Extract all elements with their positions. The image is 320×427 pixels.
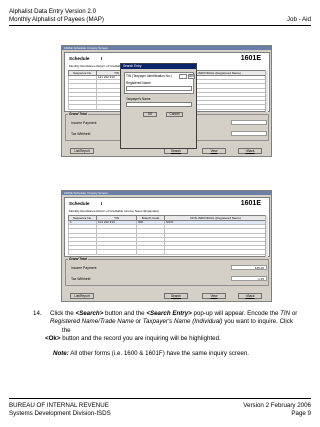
tax-withheld-field: 1.25 <box>231 276 267 281</box>
header-right-label: Job - Aid <box>286 16 311 23</box>
back-button[interactable]: <Back <box>238 148 262 154</box>
branch-code-input[interactable]: 000 <box>188 74 195 79</box>
list-report-button[interactable]: List/Report <box>70 293 94 299</box>
form-code: 1601E <box>240 200 261 207</box>
note: Note: All other forms (i.e. 1600 & 1601F… <box>53 350 250 357</box>
header-subtitle: Monthly Alphalist of Payees (MAP) <box>9 16 104 23</box>
schedule-label: Schedule <box>69 56 90 61</box>
table-row[interactable] <box>68 249 267 255</box>
grand-total-group: Grand Total Income Payment Tax Withheld … <box>65 257 269 286</box>
form-subtitle: Monthly Remittance Return of Creditable … <box>69 209 159 213</box>
tax-withheld-label: Tax Withheld <box>71 132 91 136</box>
search-button[interactable]: Search <box>164 293 188 299</box>
form-code: 1601E <box>240 55 261 62</box>
list-report-button[interactable]: List/Report <box>70 148 94 154</box>
vertical-scrollbar[interactable] <box>265 70 268 112</box>
income-payment-label: Income Payment <box>71 266 97 270</box>
header-title: Alphalist Data Entry Version 2.0 <box>9 8 97 15</box>
inquiry-window-2: 1601E Schedule I Inquiry Screen Schedule… <box>61 190 272 302</box>
header-rule <box>9 25 311 26</box>
dialog-title-bar: Search Entry <box>121 64 196 69</box>
footer-rule <box>9 398 311 399</box>
grand-total-label: Grand Total <box>68 257 88 261</box>
income-payment-label: Income Payment <box>71 121 97 125</box>
schedule-panel: Schedule I 1601E Monthly Remittance Retu… <box>64 197 270 257</box>
view-button[interactable]: View <box>202 293 226 299</box>
taxpayer-name-input[interactable] <box>126 102 192 107</box>
vertical-scrollbar[interactable] <box>265 215 268 257</box>
ok-button[interactable]: OK <box>143 112 157 117</box>
instruction-line-1: Click the <Search> button and the <Searc… <box>50 310 298 317</box>
window-title-bar: 1601E Schedule I Inquiry Screen <box>62 191 271 195</box>
payee-table: Sequence No. TIN Branch Code NON-INDIVID… <box>68 215 267 255</box>
cancel-button[interactable]: Cancel <box>166 112 183 117</box>
footer-page-number: Page 9 <box>291 410 311 417</box>
schedule-number: I <box>101 56 103 61</box>
income-payment-field <box>231 120 267 125</box>
tin-label: TIN (Taxpayer Identification No.) <box>126 74 172 78</box>
step-number: 14. <box>33 310 42 317</box>
instruction-line-4: <Ok> button and the record you are inqui… <box>45 335 221 342</box>
schedule-number: I <box>101 201 103 206</box>
schedule-label: Schedule <box>69 201 90 206</box>
instruction-paragraph: Click the <Search> button and the <Searc… <box>50 310 312 335</box>
grand-total-label: Grand Total <box>68 112 88 116</box>
instruction-line-2: Registered Name/Trade Name or Taxpayer's… <box>50 318 293 326</box>
tin-input[interactable] <box>179 74 187 79</box>
footer-version: Version 2 February 2006 <box>243 402 311 409</box>
window-title-bar: 1601E Schedule I Inquiry Screen <box>62 46 271 50</box>
registered-name-input[interactable] <box>126 86 192 91</box>
view-button[interactable]: View <box>202 148 226 154</box>
back-button[interactable]: <Back <box>238 293 262 299</box>
tax-withheld-field <box>231 131 267 136</box>
footer-right: Version 2 February 2006 Page 9 <box>243 402 311 418</box>
document-footer: BUREAU OF INTERNAL REVENUE Systems Devel… <box>9 402 311 418</box>
tax-withheld-label: Tax Withheld <box>71 277 91 281</box>
search-entry-dialog: Search Entry TIN (Taxpayer Identificatio… <box>120 63 197 149</box>
instruction-line-3: the <box>62 326 71 334</box>
income-payment-field: 125.00 <box>231 265 267 270</box>
taxpayer-name-label: Taxpayer's Name <box>126 97 151 101</box>
document-header: Alphalist Data Entry Version 2.0 Monthly… <box>9 8 311 24</box>
registered-name-label: Registered Name <box>126 81 151 85</box>
